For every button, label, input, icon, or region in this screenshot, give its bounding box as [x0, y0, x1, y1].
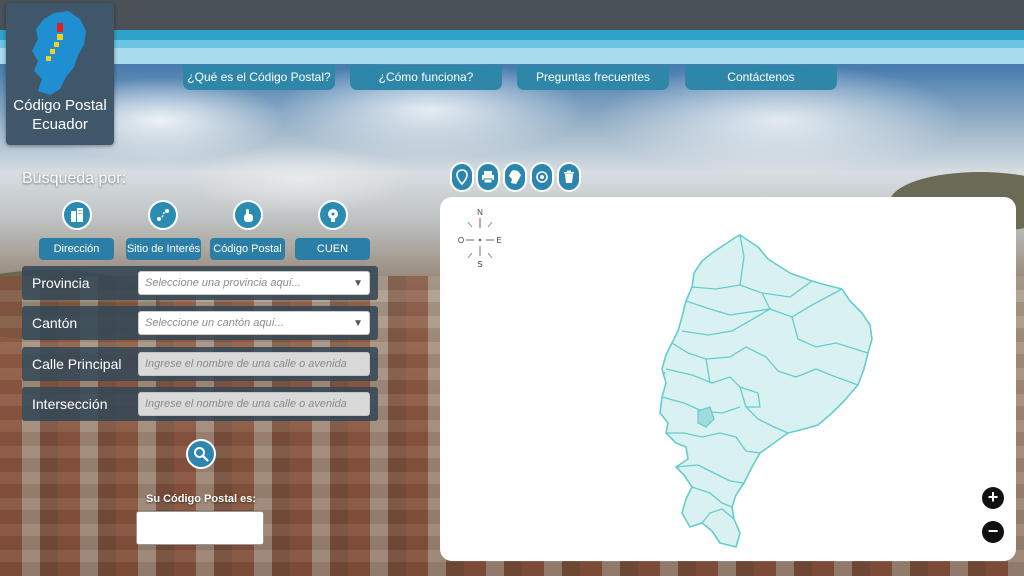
top-bar: [0, 0, 1024, 30]
zoom-in-button[interactable]: +: [982, 487, 1004, 509]
print-icon[interactable]: [476, 162, 500, 192]
building-icon[interactable]: [62, 200, 92, 230]
search-icon: [194, 447, 209, 462]
map-panel[interactable]: N S O E + −: [440, 197, 1016, 561]
province-label: Provincia: [32, 275, 90, 291]
canton-select[interactable]: Seleccione un cantón aquí... ▼: [138, 311, 370, 335]
nav-how-it-works[interactable]: ¿Cómo funciona?: [350, 65, 502, 90]
route-icon[interactable]: [148, 200, 178, 230]
logo[interactable]: Código Postal Ecuador: [6, 3, 114, 145]
trash-icon[interactable]: [557, 162, 581, 192]
chevron-down-icon: ▼: [353, 278, 363, 289]
postal-code-result-field: [136, 511, 264, 545]
canton-placeholder: Seleccione un cantón aquí...: [145, 317, 284, 329]
search-type-point-of-interest[interactable]: Sitio de Interés: [126, 238, 201, 260]
intersection-input[interactable]: Ingrese el nombre de una calle o avenida: [138, 392, 370, 416]
logo-subtitle: Ecuador: [32, 116, 88, 133]
canton-label: Cantón: [32, 315, 78, 331]
search-location-icon[interactable]: [530, 162, 554, 192]
nav-faq[interactable]: Preguntas frecuentes: [517, 65, 669, 90]
hand-pointer-icon[interactable]: [233, 200, 263, 230]
search-heading: Búsqueda por:: [22, 170, 127, 187]
search-type-cuen[interactable]: CUEN: [295, 238, 370, 260]
province-row: Provincia Seleccione una provincia aquí.…: [22, 266, 378, 300]
province-placeholder: Seleccione una provincia aquí...: [145, 277, 301, 289]
location-pin-icon[interactable]: [450, 162, 474, 192]
main-street-row: Calle Principal Ingrese el nombre de una…: [22, 347, 378, 381]
intersection-placeholder: Ingrese el nombre de una calle o avenida: [145, 398, 347, 410]
header-stripe: [0, 30, 1024, 40]
intersection-label: Intersección: [32, 396, 108, 412]
header-stripe: [0, 40, 1024, 48]
ecuador-provinces-map[interactable]: [440, 197, 1016, 561]
postal-code-result-label: Su Código Postal es:: [146, 493, 257, 505]
header-stripe: [0, 48, 1024, 64]
chevron-down-icon: ▼: [353, 318, 363, 329]
nav-what-is-postal-code[interactable]: ¿Qué es el Código Postal?: [183, 65, 335, 90]
search-button[interactable]: [186, 439, 216, 469]
nav-contact[interactable]: Contáctenos: [685, 65, 837, 90]
search-type-postal-code[interactable]: Código Postal: [210, 238, 285, 260]
main-street-label: Calle Principal: [32, 356, 122, 372]
ecuador-logo-icon: [32, 11, 86, 95]
intersection-row: Intersección Ingrese el nombre de una ca…: [22, 387, 378, 421]
main-street-input[interactable]: Ingrese el nombre de una calle o avenida: [138, 352, 370, 376]
main-street-placeholder: Ingrese el nombre de una calle o avenida: [145, 358, 347, 370]
ecuador-map-icon[interactable]: [503, 162, 527, 192]
zoom-out-button[interactable]: −: [982, 521, 1004, 543]
logo-title: Código Postal: [13, 97, 107, 114]
lightbulb-icon[interactable]: [318, 200, 348, 230]
canton-row: Cantón Seleccione un cantón aquí... ▼: [22, 306, 378, 340]
search-type-address[interactable]: Dirección: [39, 238, 114, 260]
province-select[interactable]: Seleccione una provincia aquí... ▼: [138, 271, 370, 295]
